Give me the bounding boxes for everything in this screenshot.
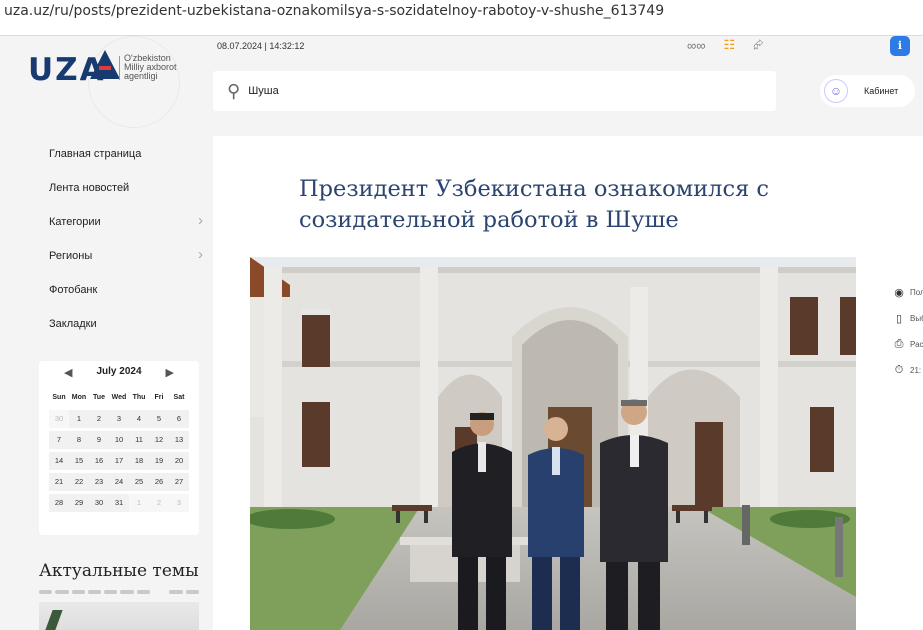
side-tool-label: Рас bbox=[910, 339, 923, 349]
side-tool-2[interactable]: ⎙ Рас bbox=[893, 331, 923, 357]
calendar-weekday: Sun bbox=[52, 394, 66, 401]
sidebar-item-1[interactable]: Лента новостей bbox=[49, 181, 209, 215]
search-icon: ⚲ bbox=[227, 80, 241, 101]
user-icon: ☺ bbox=[824, 79, 848, 103]
rss-icon[interactable]: ☷ bbox=[724, 37, 736, 53]
sidebar-item-label: Лента новостей bbox=[49, 182, 130, 194]
calendar-day[interactable]: 12 bbox=[149, 431, 169, 449]
calendar-day[interactable]: 17 bbox=[109, 452, 129, 470]
calendar-day[interactable]: 11 bbox=[129, 431, 149, 449]
calendar-weekday: Wed bbox=[111, 394, 127, 401]
calendar-weekday: Sat bbox=[173, 394, 185, 401]
cabinet-button[interactable]: ☺ Кабинет bbox=[820, 75, 915, 107]
side-tool-0[interactable]: ◉ Пол bbox=[893, 279, 923, 305]
sidebar-item-0[interactable]: Главная страница bbox=[49, 147, 209, 181]
print-icon: ⎙ bbox=[894, 337, 904, 350]
topics-thumbnail[interactable] bbox=[39, 602, 199, 630]
logo-triangle bbox=[90, 50, 120, 79]
sidebar-nav: Главная страница Лента новостей Категории ›… bbox=[49, 147, 209, 351]
sidebar-item-label: Регионы bbox=[49, 250, 93, 262]
calendar-next-icon[interactable]: ▶ bbox=[166, 366, 174, 379]
share-icon[interactable]: ⮳ bbox=[753, 37, 763, 53]
calendar-day[interactable]: 15 bbox=[69, 452, 89, 470]
calendar-weekday: Tue bbox=[93, 394, 105, 401]
calendar-day[interactable]: 5 bbox=[149, 410, 169, 428]
sidebar-item-2[interactable]: Категории › bbox=[49, 212, 209, 249]
calendar-day[interactable]: 2 bbox=[89, 410, 109, 428]
calendar-weekday: Mon bbox=[71, 394, 87, 401]
bookmark-icon: ▯ bbox=[895, 312, 903, 325]
info-button[interactable]: ℹ bbox=[890, 36, 910, 56]
article-side-tools: ◉ Пол ▯ Выб ⎙ Рас ⏱ 21: bbox=[893, 279, 923, 383]
current-datetime: 08.07.2024 | 14:32:12 bbox=[217, 41, 305, 51]
article-title: Президент Узбекистана ознакомился с сози… bbox=[299, 176, 770, 233]
sidebar-item-4[interactable]: Фотобанк bbox=[49, 283, 209, 317]
sidebar-item-label: Фотобанк bbox=[49, 284, 98, 296]
calendar-day[interactable]: 16 bbox=[89, 452, 109, 470]
calendar-weekday: Fri bbox=[154, 394, 164, 401]
chevron-right-icon: › bbox=[198, 212, 203, 229]
cabinet-label: Кабинет bbox=[864, 86, 899, 96]
sidebar-item-label: Главная страница bbox=[49, 148, 142, 160]
chevron-right-icon: › bbox=[198, 246, 203, 263]
calendar-month-label: July 2024 bbox=[96, 366, 142, 377]
logo-divider bbox=[119, 56, 120, 80]
calendar-day[interactable]: 20 bbox=[169, 452, 189, 470]
side-tool-label: Выб bbox=[910, 313, 923, 323]
calendar-day[interactable]: 22 bbox=[69, 473, 89, 491]
sidebar-item-5[interactable]: Закладки bbox=[49, 317, 209, 351]
sidebar-item-3[interactable]: Регионы › bbox=[49, 246, 209, 283]
calendar-widget: ◀ July 2024 ▶ Sun Mon Tue Wed Thu Fri Sat 30 1 2 3… bbox=[39, 361, 199, 535]
calendar-grid: Sun Mon Tue Wed Thu Fri Sat 30 1 2 3 4 5 6 7 8 9 10 11 12 13… bbox=[49, 389, 189, 512]
calendar-day[interactable]: 27 bbox=[169, 473, 189, 491]
timer-icon: ⏱ bbox=[894, 363, 904, 376]
calendar-day[interactable]: 1 bbox=[69, 410, 89, 428]
address-bar[interactable]: uza.uz/ru/posts/prezident-uzbekistana-oz… bbox=[0, 0, 923, 36]
calendar-day[interactable]: 18 bbox=[129, 452, 149, 470]
calendar-day[interactable]: 14 bbox=[49, 452, 69, 470]
side-tool-label: Пол bbox=[910, 287, 923, 297]
calendar-day[interactable]: 3 bbox=[109, 410, 129, 428]
calendar-weekday: Thu bbox=[132, 394, 146, 401]
calendar-day[interactable]: 25 bbox=[129, 473, 149, 491]
side-tool-label: 21: bbox=[910, 365, 922, 375]
article-photo[interactable] bbox=[250, 257, 856, 630]
calendar-day[interactable]: 2 bbox=[149, 494, 169, 512]
calendar-day[interactable]: 9 bbox=[89, 431, 109, 449]
calendar-day[interactable]: 24 bbox=[109, 473, 129, 491]
calendar-day[interactable]: 23 bbox=[89, 473, 109, 491]
calendar-day[interactable]: 19 bbox=[149, 452, 169, 470]
calendar-day[interactable]: 31 bbox=[109, 494, 129, 512]
calendar-day[interactable]: 29 bbox=[69, 494, 89, 512]
calendar-day[interactable]: 13 bbox=[169, 431, 189, 449]
calendar-day[interactable]: 4 bbox=[129, 410, 149, 428]
calendar-day[interactable]: 30 bbox=[89, 494, 109, 512]
search-input[interactable] bbox=[248, 85, 749, 97]
side-tool-3[interactable]: ⏱ 21: bbox=[893, 357, 923, 383]
calendar-day[interactable]: 21 bbox=[49, 473, 69, 491]
calendar-day[interactable]: 28 bbox=[49, 494, 69, 512]
search-box[interactable]: ⚲ bbox=[213, 71, 776, 111]
calendar-day[interactable]: 26 bbox=[149, 473, 169, 491]
sidebar-item-label: Закладки bbox=[49, 318, 97, 330]
header-icon-group: ∞∞ ☷ ⮳ bbox=[687, 37, 764, 53]
photo-illustration bbox=[250, 257, 856, 630]
calendar-day[interactable]: 10 bbox=[109, 431, 129, 449]
site-logo[interactable]: UZA O'zbekiston Milliy axborot agentligi bbox=[28, 36, 198, 128]
calendar-day[interactable]: 30 bbox=[49, 410, 69, 428]
glasses-icon[interactable]: ∞∞ bbox=[687, 38, 706, 53]
calendar-day[interactable]: 8 bbox=[69, 431, 89, 449]
topics-heading: Актуальные темы bbox=[39, 561, 199, 581]
calendar-day[interactable]: 1 bbox=[129, 494, 149, 512]
url-text: uza.uz/ru/posts/prezident-uzbekistana-oz… bbox=[4, 3, 665, 19]
calendar-day[interactable]: 6 bbox=[169, 410, 189, 428]
topics-carousel-dots[interactable] bbox=[39, 590, 199, 594]
side-tool-1[interactable]: ▯ Выб bbox=[893, 305, 923, 331]
calendar-day[interactable]: 7 bbox=[49, 431, 69, 449]
calendar-day[interactable]: 3 bbox=[169, 494, 189, 512]
radio-icon: ◉ bbox=[894, 286, 904, 299]
logo-subtitle: O'zbekiston Milliy axborot agentligi bbox=[124, 53, 177, 81]
sidebar-item-label: Категории bbox=[49, 216, 101, 228]
